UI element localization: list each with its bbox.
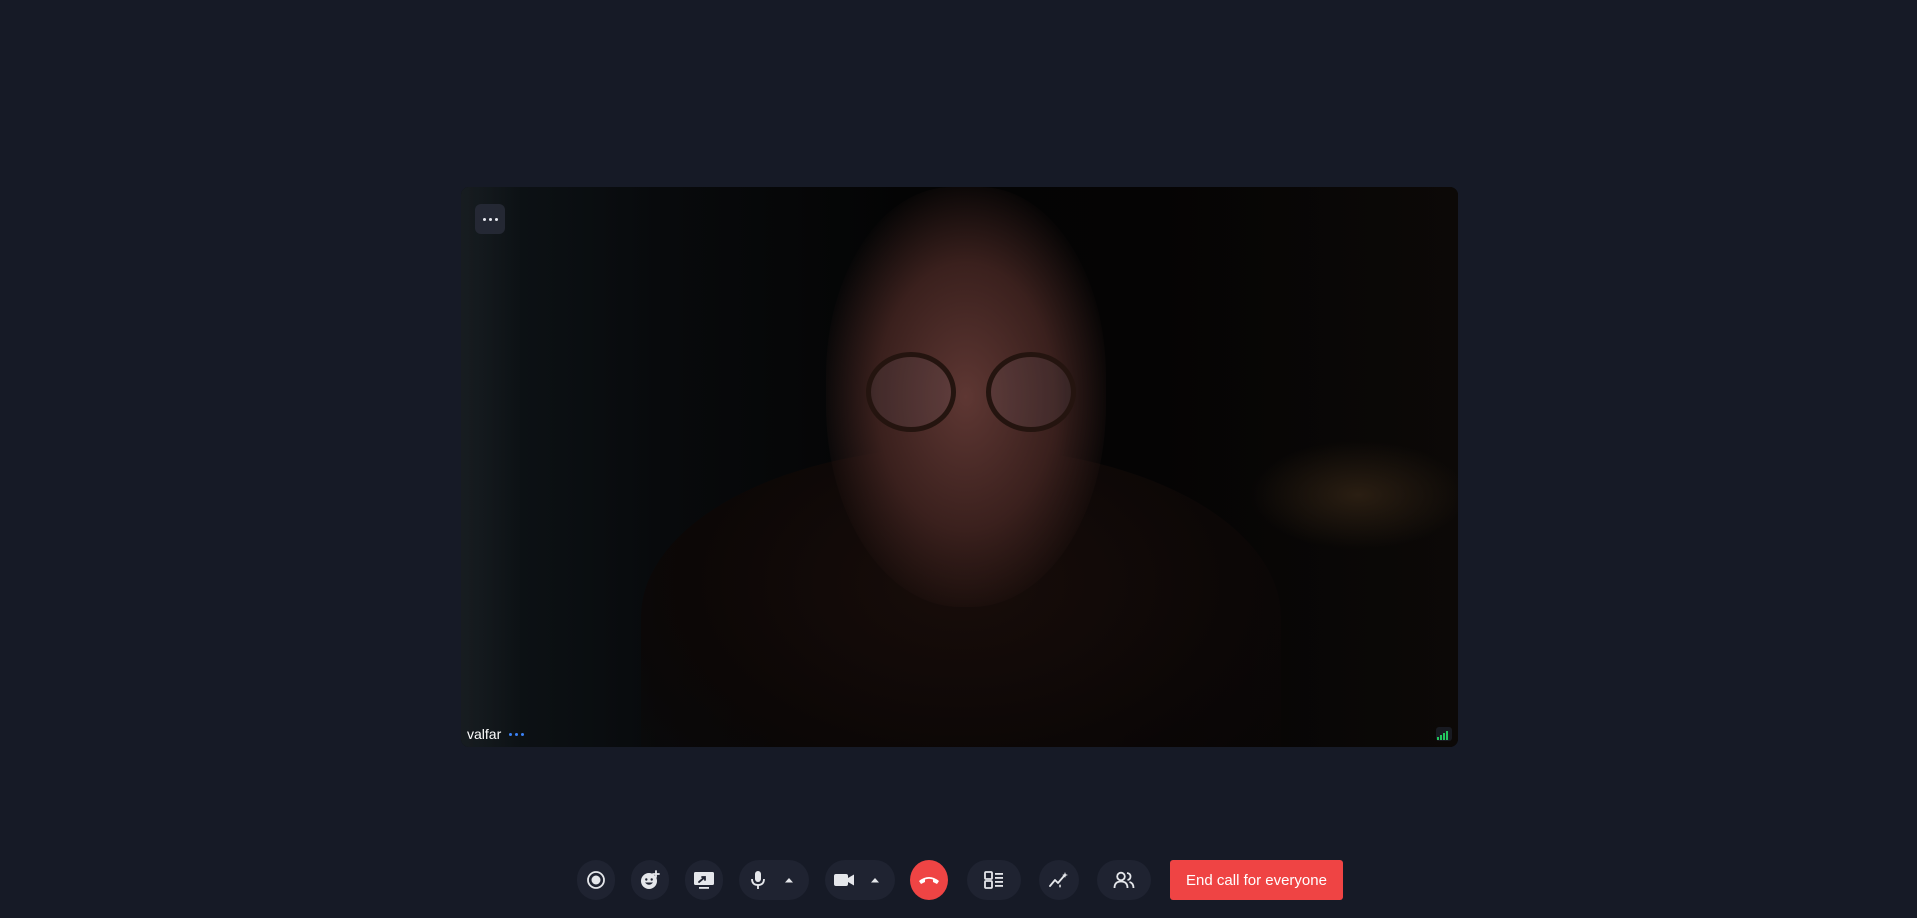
microphone-button[interactable] <box>739 870 777 890</box>
call-toolbar: End call for everyone <box>0 860 1917 900</box>
screen-share-icon <box>694 872 714 889</box>
emoji-add-icon <box>641 870 660 889</box>
more-options-icon <box>482 217 498 221</box>
tile-more-options-button[interactable] <box>475 204 505 234</box>
camera-icon <box>834 874 854 886</box>
speaking-indicator-icon <box>509 732 525 736</box>
layout-list-icon <box>984 871 1003 889</box>
connection-quality-icon <box>1436 727 1452 741</box>
phone-hangup-icon <box>919 877 939 884</box>
leave-call-button[interactable] <box>910 860 948 900</box>
sparkle-chart-icon <box>1049 872 1068 888</box>
microphone-icon <box>751 871 765 889</box>
record-button[interactable] <box>577 860 615 900</box>
layout-button[interactable] <box>967 860 1021 900</box>
reactions-button[interactable] <box>631 860 669 900</box>
microphone-options-button[interactable] <box>777 877 801 883</box>
call-stage: valfar End call for everyone <box>0 0 1917 918</box>
record-icon <box>587 871 605 889</box>
chevron-up-icon <box>785 878 793 883</box>
camera-options-button[interactable] <box>863 877 887 883</box>
effects-button[interactable] <box>1039 860 1079 900</box>
participant-video-feed <box>461 187 1458 747</box>
camera-control <box>825 860 895 900</box>
participants-button[interactable] <box>1097 860 1151 900</box>
chevron-up-icon <box>871 878 879 883</box>
end-call-for-everyone-button[interactable]: End call for everyone <box>1170 860 1343 900</box>
participant-name-label: valfar <box>467 726 525 742</box>
people-icon <box>1113 871 1135 889</box>
microphone-control <box>739 860 809 900</box>
camera-button[interactable] <box>825 872 863 888</box>
participant-video-tile[interactable]: valfar <box>461 187 1458 747</box>
share-screen-button[interactable] <box>685 860 723 900</box>
participant-name: valfar <box>467 726 502 742</box>
